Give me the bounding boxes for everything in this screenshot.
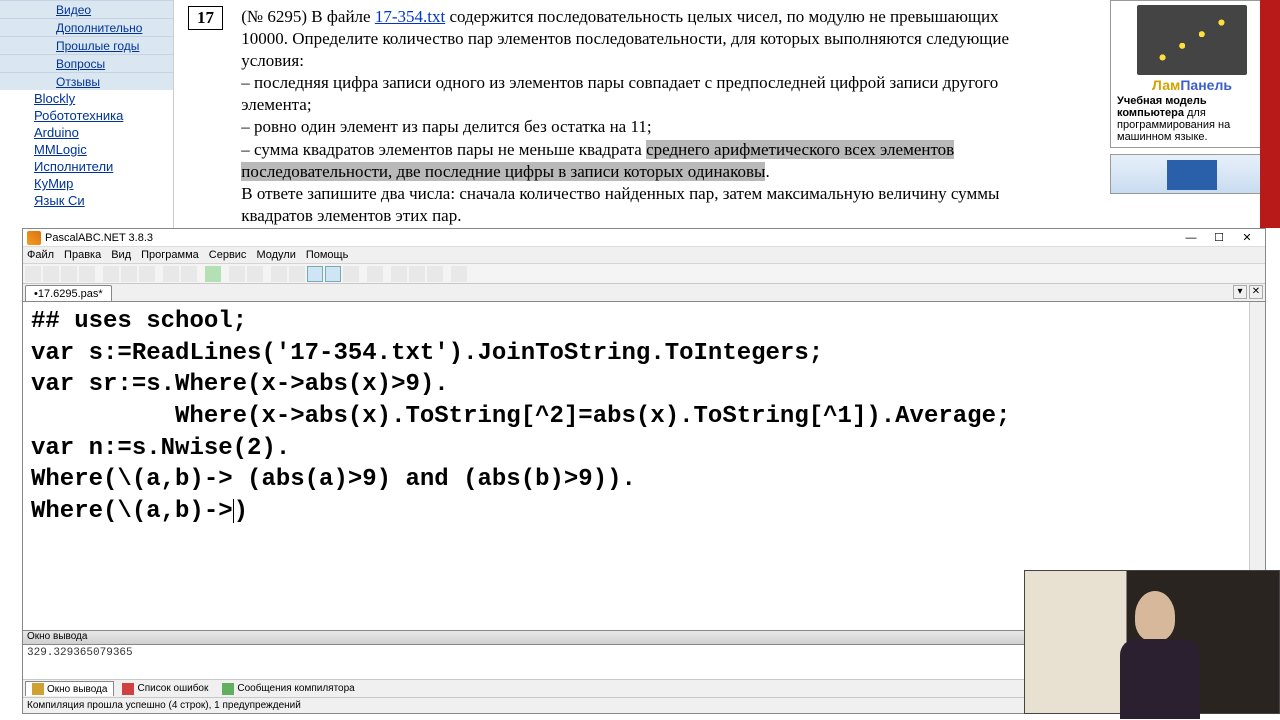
menu-program[interactable]: Программа [141,249,199,261]
nav-link[interactable]: Дополнительно [56,21,142,35]
task-cond3a: – сумма квадратов элементов пары не мень… [241,140,646,159]
tool-i[interactable] [427,266,443,282]
task-cond2: – ровно один элемент из пары делится без… [241,117,651,136]
nav-item[interactable]: Язык Си [0,192,173,209]
tool-cut[interactable] [103,266,119,282]
nav-item[interactable]: MMLogic [0,141,173,158]
browser-region: Видео Дополнительно Прошлые годы Вопросы… [0,0,1280,228]
nav-item[interactable]: Arduino [0,124,173,141]
tool-undo[interactable] [163,266,179,282]
red-border [1260,0,1280,228]
nav-link[interactable]: Исполнители [34,159,113,174]
promo-block[interactable]: ЛамПанель Учебная модель компьютера для … [1110,0,1274,148]
left-sidebar: Видео Дополнительно Прошлые годы Вопросы… [0,0,174,228]
tool-open[interactable] [43,266,59,282]
titlebar[interactable]: PascalABC.NET 3.8.3 — ☐ ✕ [23,229,1265,247]
tab-output[interactable]: Окно вывода [25,681,114,696]
tool-d[interactable] [325,266,341,282]
promo-brand: ЛамПанель [1111,77,1273,93]
nav-link[interactable]: Робототехника [34,108,123,123]
tab-close-icon[interactable]: ✕ [1249,285,1263,299]
minimize-button[interactable]: — [1177,230,1205,246]
menubar: Файл Правка Вид Программа Сервис Модули … [23,247,1265,264]
tool-g[interactable] [391,266,407,282]
output-icon [32,683,44,695]
tabbar: •17.6295.pas* ▾ ✕ [23,284,1265,302]
nav-link[interactable]: КуМир [34,176,73,191]
window-controls: — ☐ ✕ [1177,230,1261,246]
tool-e[interactable] [343,266,359,282]
nav-sub-item[interactable]: Дополнительно [0,18,173,36]
tab-errors[interactable]: Список ошибок [116,682,214,696]
tool-redo[interactable] [181,266,197,282]
nav-item[interactable]: КуМир [0,175,173,192]
nav-item[interactable]: Blockly [0,90,173,107]
tool-new[interactable] [25,266,41,282]
task-cond1: – последняя цифра записи одного из элеме… [241,73,998,114]
menu-edit[interactable]: Правка [64,249,101,261]
nav-sub-item[interactable]: Видео [0,0,173,18]
promo-block-2[interactable] [1110,154,1274,194]
menu-help[interactable]: Помощь [306,249,349,261]
tool-h[interactable] [409,266,425,282]
task-number: 17 [188,6,223,30]
task-file-link[interactable]: 17-354.txt [375,7,445,26]
task-text: (№ 6295) В файле 17-354.txt содержится п… [241,6,1031,227]
nav-link[interactable]: Вопросы [56,57,105,71]
promo-desc: Учебная модель компьютера для программир… [1111,95,1273,143]
menu-modules[interactable]: Модули [256,249,295,261]
nav-link[interactable]: Прошлые годы [56,39,139,53]
tab-dropdown-icon[interactable]: ▾ [1233,285,1247,299]
right-column: ЛамПанель Учебная модель компьютера для … [1104,0,1280,228]
task-answer: В ответе запишите два числа: сначала кол… [241,184,999,225]
tool-f[interactable] [367,266,383,282]
nav-item[interactable]: Исполнители [0,158,173,175]
nav-link[interactable]: Blockly [34,91,75,106]
errors-icon [122,683,134,695]
tool-b[interactable] [289,266,305,282]
close-button[interactable]: ✕ [1233,230,1261,246]
tool-a[interactable] [271,266,287,282]
maximize-button[interactable]: ☐ [1205,230,1233,246]
tool-saveall[interactable] [79,266,95,282]
file-tab[interactable]: •17.6295.pas* [25,285,112,301]
toolbar [23,264,1265,284]
nav-link[interactable]: MMLogic [34,142,87,157]
tool-c[interactable] [307,266,323,282]
menu-view[interactable]: Вид [111,249,131,261]
compiler-icon [222,683,234,695]
tab-compiler[interactable]: Сообщения компилятора [216,682,360,696]
nav-link[interactable]: Arduino [34,125,79,140]
task-prefix: (№ 6295) В файле [241,7,375,26]
promo-icon [1137,5,1247,75]
tool-step[interactable] [247,266,263,282]
nav-item[interactable]: Робототехника [0,107,173,124]
nav-sub-item[interactable]: Отзывы [0,72,173,90]
menu-service[interactable]: Сервис [209,249,247,261]
tool-paste[interactable] [139,266,155,282]
nav-link[interactable]: Язык Си [34,193,85,208]
task-cond3b: . [765,162,769,181]
app-icon [27,231,41,245]
webcam-overlay [1024,570,1280,714]
tool-run[interactable] [205,266,221,282]
tool-save[interactable] [61,266,77,282]
nav-link[interactable]: Видео [56,3,91,17]
menu-file[interactable]: Файл [27,249,54,261]
tool-copy[interactable] [121,266,137,282]
tool-stop[interactable] [229,266,245,282]
task-content: 17 (№ 6295) В файле 17-354.txt содержитс… [174,0,1104,228]
tab-controls: ▾ ✕ [1233,285,1263,299]
nav-sub-item[interactable]: Прошлые годы [0,36,173,54]
nav-link[interactable]: Отзывы [56,75,100,89]
tool-j[interactable] [451,266,467,282]
nav-sub-item[interactable]: Вопросы [0,54,173,72]
window-title: PascalABC.NET 3.8.3 [45,232,153,244]
